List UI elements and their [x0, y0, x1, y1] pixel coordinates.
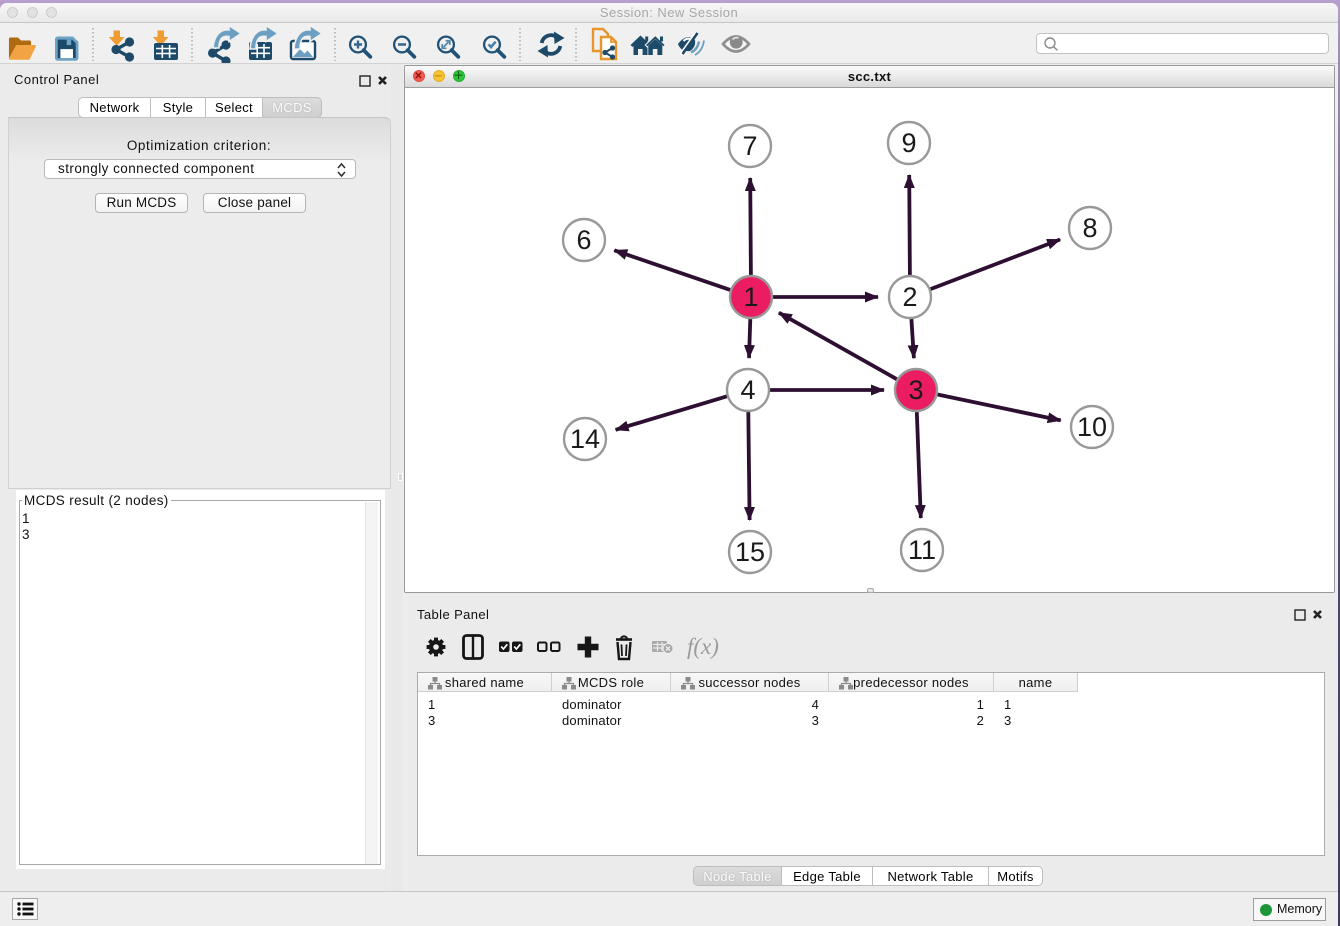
- svg-text:10: 10: [1077, 412, 1107, 442]
- svg-text:8: 8: [1082, 213, 1097, 243]
- svg-text:4: 4: [740, 375, 755, 405]
- svg-text:15: 15: [735, 537, 765, 567]
- svg-text:6: 6: [576, 225, 591, 255]
- svg-text:14: 14: [570, 424, 600, 454]
- svg-text:1: 1: [743, 282, 758, 312]
- svg-text:3: 3: [908, 375, 923, 405]
- svg-text:7: 7: [742, 131, 757, 161]
- svg-text:11: 11: [908, 535, 936, 565]
- svg-text:9: 9: [901, 128, 916, 158]
- svg-text:f(x): f(x): [687, 634, 719, 659]
- svg-text:2: 2: [902, 282, 917, 312]
